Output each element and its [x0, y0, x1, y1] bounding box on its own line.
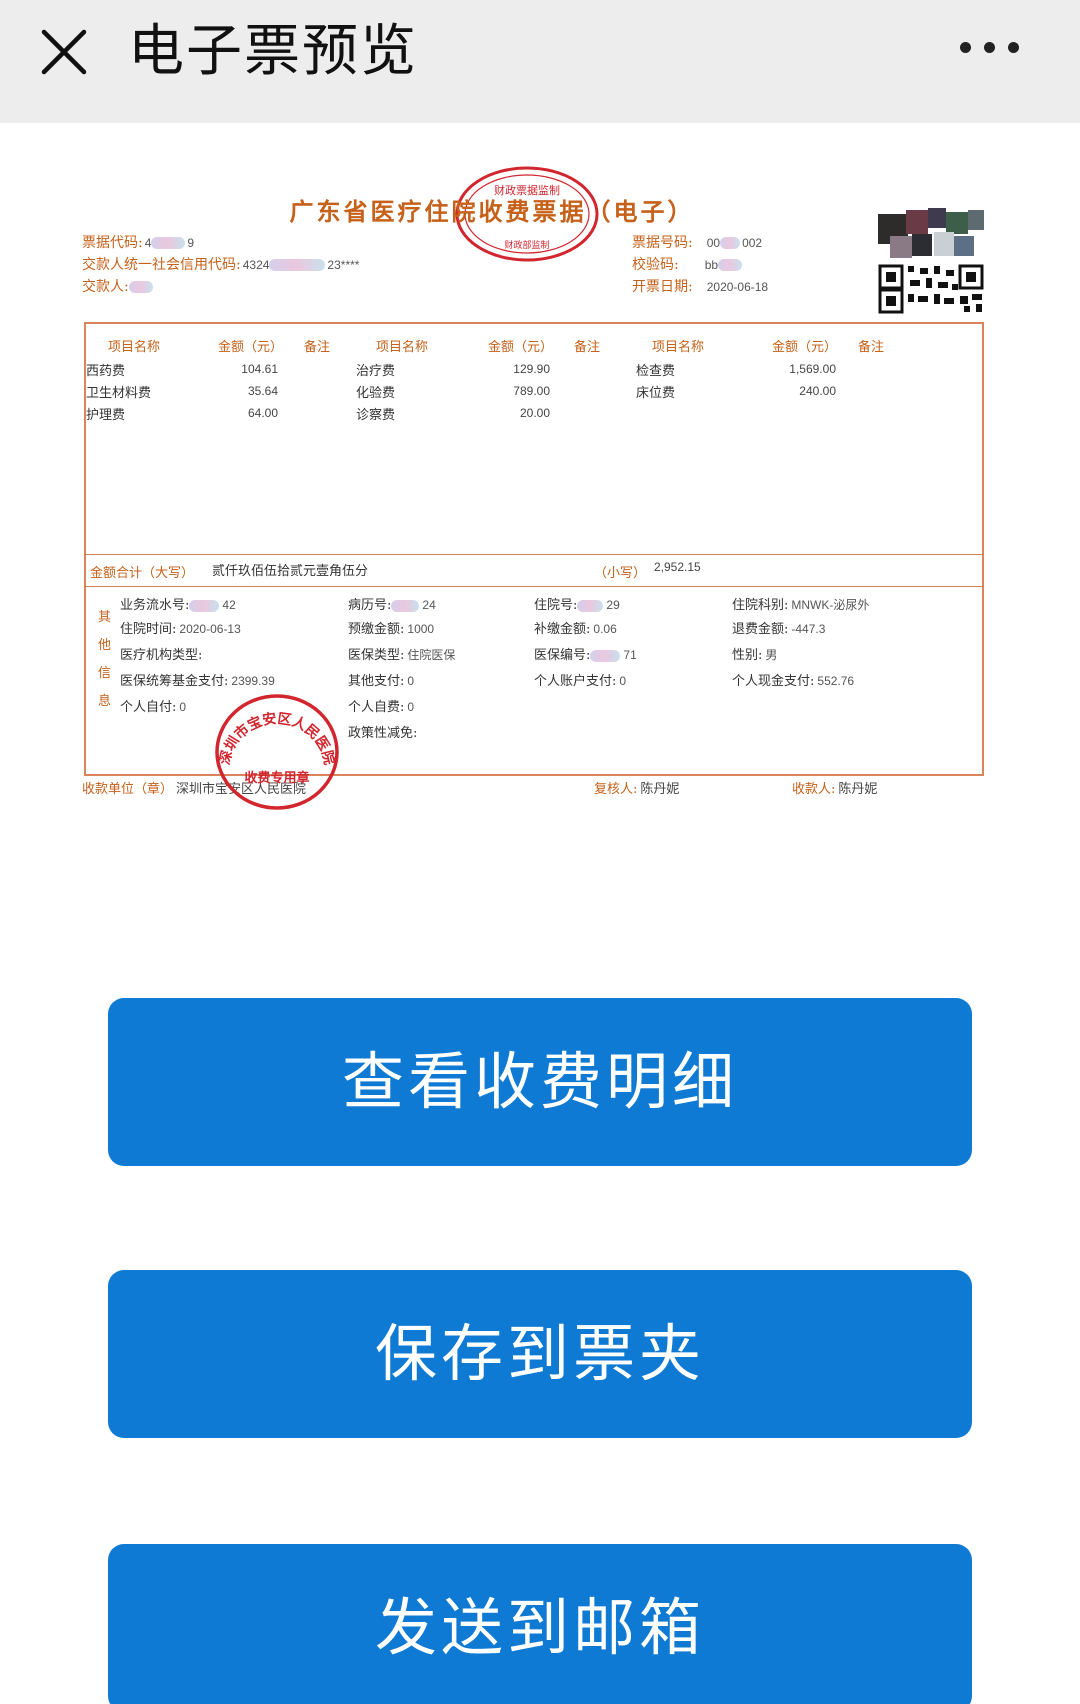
- item-amount: 789.00: [513, 384, 550, 398]
- more-dots-icon[interactable]: [958, 32, 1022, 62]
- other-field: 住院号: 29: [534, 598, 620, 613]
- other-info-label: 其: [98, 610, 112, 625]
- item-amount: 1,569.00: [789, 362, 836, 376]
- item-name: 卫生材料费: [86, 385, 152, 400]
- item-amount: 64.00: [247, 406, 278, 420]
- view-details-button[interactable]: 查看收费明细: [108, 998, 972, 1166]
- invoice-title: 广东省医疗住院收费票据（电子）: [289, 197, 695, 226]
- other-field: 政策性减免:: [348, 726, 418, 741]
- other-field: 病历号: 24: [348, 598, 436, 613]
- col-header-note: 备注: [858, 340, 885, 355]
- item-name: 西药费: [86, 363, 126, 378]
- svg-text:收费专用章: 收费专用章: [244, 770, 309, 786]
- invoice-number: 票据号码: 00 002: [632, 235, 763, 251]
- svg-text:财政部监制: 财政部监制: [504, 239, 549, 251]
- other-field: 性别: 男: [732, 648, 778, 663]
- other-field: 个人账户支付: 0: [534, 674, 627, 689]
- other-field: 医保类型: 住院医保: [348, 648, 456, 663]
- col-header-amount: 金额（元）: [488, 340, 554, 355]
- item-name: 诊察费: [356, 407, 396, 422]
- col-header-note: 备注: [574, 340, 601, 355]
- total-lower-value: 2,952.15: [654, 560, 701, 574]
- total-lower-label: （小写）: [594, 566, 647, 581]
- other-field: 住院科别: MNWK-泌尿外: [732, 598, 870, 613]
- page-title: 电子票预览: [128, 19, 418, 84]
- item-name: 化验费: [356, 385, 396, 400]
- col-header-name: 项目名称: [376, 340, 429, 355]
- item-amount: 20.00: [519, 406, 550, 420]
- send-to-email-button[interactable]: 发送到邮箱: [108, 1544, 972, 1704]
- item-name: 护理费: [86, 407, 126, 422]
- check-code: 校验码: bb: [632, 254, 743, 274]
- payer-name: 交款人:: [82, 276, 153, 296]
- other-field: 个人现金支付: 552.76: [732, 674, 855, 689]
- other-field: 其他支付: 0: [348, 674, 415, 689]
- invoice-code: 票据代码: 4 9: [82, 235, 195, 251]
- col-header-name: 项目名称: [108, 340, 161, 355]
- close-icon[interactable]: [38, 26, 90, 78]
- reviewer: 复核人: 陈丹妮: [594, 781, 680, 797]
- payer-credit-code: 交款人统一社会信用代码: 4324 23****: [82, 257, 360, 273]
- other-field: 业务流水号: 42: [120, 598, 236, 613]
- other-field: 住院时间: 2020-06-13: [120, 622, 241, 637]
- item-amount: 104.61: [241, 362, 278, 376]
- issue-date: 开票日期: 2020-06-18: [632, 279, 769, 295]
- other-field: 医疗机构类型:: [120, 648, 203, 663]
- item-amount: 240.00: [799, 384, 836, 398]
- total-upper-value: 贰仟玖佰伍拾贰元壹角伍分: [212, 563, 369, 578]
- other-field: 补缴金额: 0.06: [534, 622, 617, 637]
- col-header-note: 备注: [304, 340, 331, 355]
- svg-text:深圳市宝安区人民医院: 深圳市宝安区人民医院: [216, 710, 338, 766]
- other-field: 医保统筹基金支付: 2399.39: [120, 674, 275, 689]
- col-header-amount: 金额（元）: [772, 340, 838, 355]
- other-field: 预缴金额: 1000: [348, 622, 435, 637]
- divider: [86, 586, 982, 587]
- other-info-label: 他: [98, 638, 112, 653]
- total-upper-label: 金额合计（大写）: [90, 566, 195, 581]
- hospital-stamp: 深圳市宝安区人民医院 收费专用章: [212, 690, 342, 814]
- col-header-amount: 金额（元）: [218, 340, 284, 355]
- top-bar: 电子票预览: [0, 0, 1080, 123]
- divider: [86, 554, 982, 555]
- item-name: 检查费: [636, 363, 676, 378]
- col-header-name: 项目名称: [652, 340, 705, 355]
- item-name: 治疗费: [356, 363, 396, 378]
- other-info-label: 信: [98, 666, 112, 681]
- other-field: 医保编号: 71: [534, 648, 637, 663]
- item-amount: 129.90: [513, 362, 550, 376]
- other-info-label: 息: [98, 694, 112, 709]
- item-amount: 35.64: [247, 384, 278, 398]
- other-field: 个人自付: 0: [120, 700, 187, 715]
- qr-code[interactable]: [876, 206, 986, 314]
- invoice-preview: 财政票据监制 财政部监制 广东省医疗住院收费票据（电子） 票据代码: 4 9 交…: [82, 150, 998, 810]
- other-field: 退费金额: -447.3: [732, 622, 826, 637]
- cashier: 收款人: 陈丹妮: [792, 781, 878, 797]
- save-to-folder-button[interactable]: 保存到票夹: [108, 1270, 972, 1438]
- item-name: 床位费: [636, 385, 676, 400]
- other-field: 个人自费: 0: [348, 700, 415, 715]
